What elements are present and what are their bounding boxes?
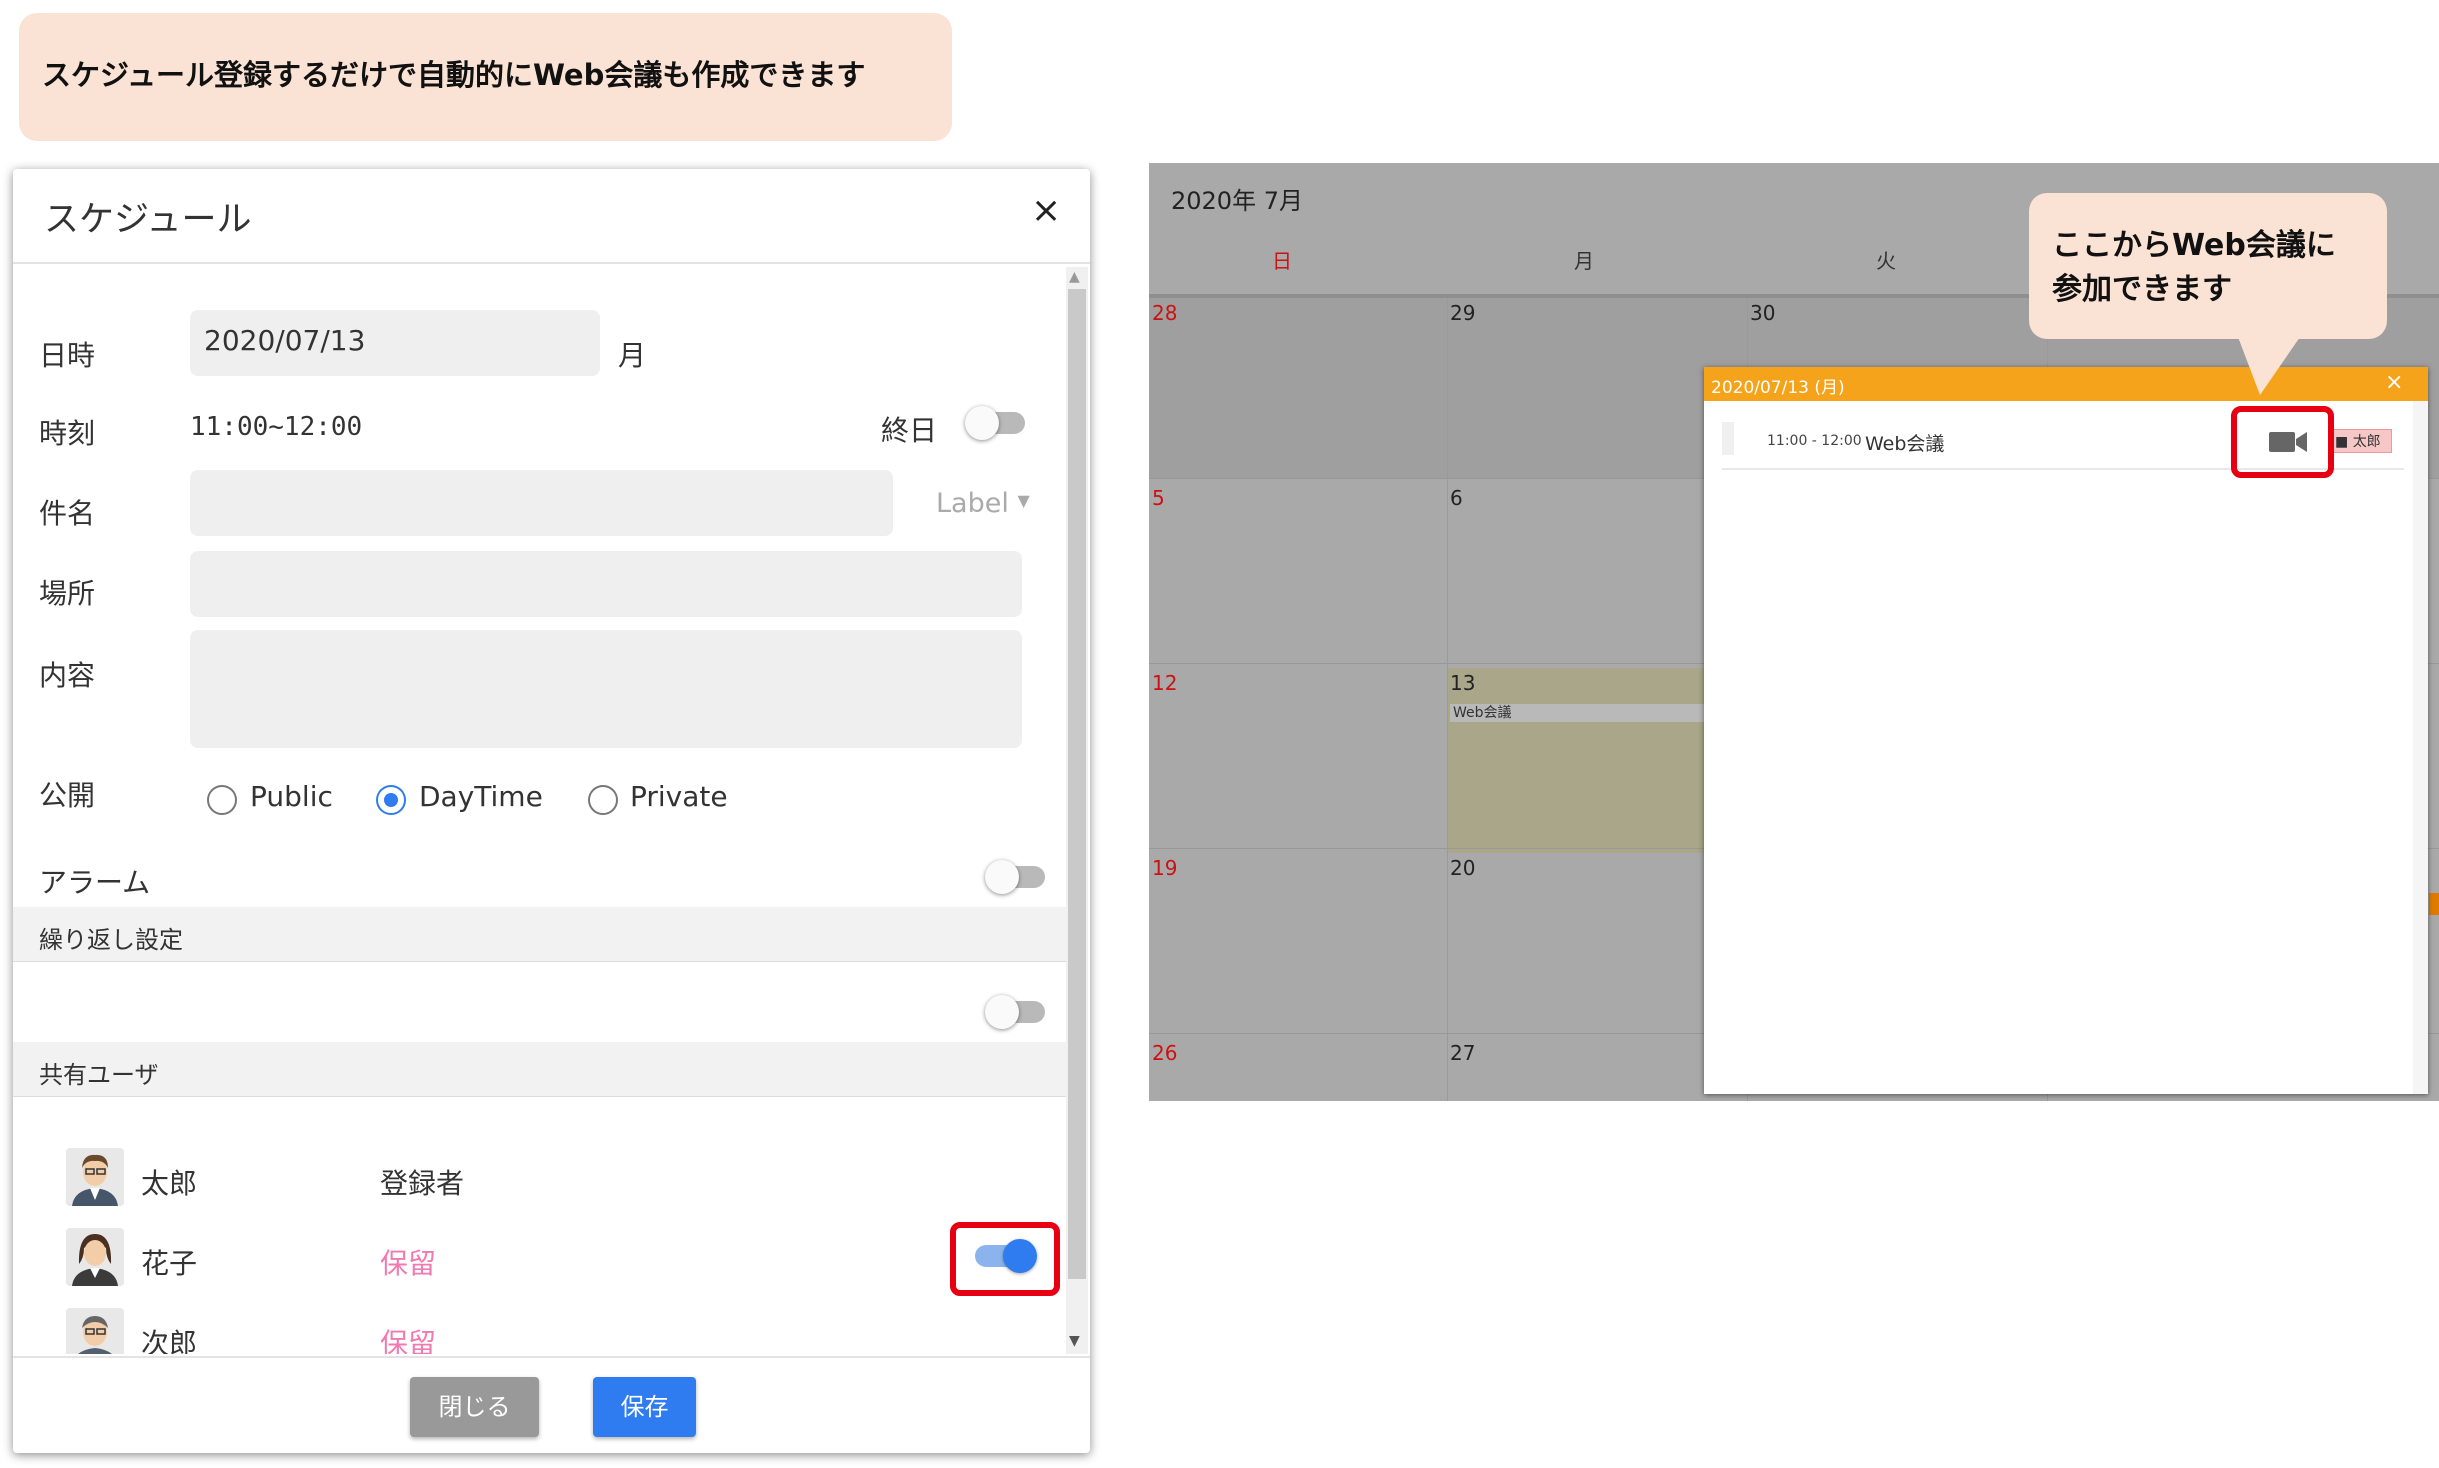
user-status: 保留	[380, 1327, 437, 1354]
popup-date: 2020/07/13 (月)	[1711, 378, 1845, 398]
weekday-label: 月	[618, 339, 647, 372]
user-avatar-taro-icon	[66, 1148, 124, 1206]
close-icon[interactable]: ×	[1031, 193, 1061, 229]
user-avatar-jiro-icon	[66, 1308, 124, 1354]
date-cell[interactable]: 27	[1450, 1041, 1475, 1065]
grid-line	[1447, 298, 1448, 1101]
event-title[interactable]: Web会議	[1865, 429, 1944, 456]
radio-private[interactable]	[588, 785, 618, 815]
date-cell[interactable]: 6	[1450, 486, 1463, 510]
user-status: 保留	[380, 1247, 437, 1280]
radio-daytime[interactable]	[376, 785, 406, 815]
selected-day-cell[interactable]	[1447, 668, 1747, 853]
label-dropdown[interactable]: Label ▼	[936, 488, 1030, 519]
event-color-bar	[1722, 422, 1734, 455]
date-cell[interactable]: 29	[1450, 301, 1475, 325]
label-dropdown-text: Label	[936, 488, 1009, 519]
date-cell[interactable]: 26	[1152, 1041, 1177, 1065]
calendar-title: 2020年 7月	[1171, 187, 1303, 215]
date-cell[interactable]: 19	[1152, 856, 1177, 880]
user-name: 花子	[141, 1247, 198, 1280]
event-user-badge: ■ 太郎	[2330, 429, 2392, 453]
share-section-header: 共有ユーザ	[13, 1042, 1066, 1097]
date-cell[interactable]: 12	[1152, 671, 1177, 695]
date-field[interactable]: 2020/07/13	[190, 310, 600, 376]
user-name: 次郎	[141, 1327, 198, 1354]
event-user-name: 太郎	[2352, 434, 2381, 450]
callout-line: 参加できます	[2052, 272, 2232, 307]
dialog-title: スケジュール	[44, 200, 252, 240]
user-status: 登録者	[380, 1167, 465, 1200]
user-name: 太郎	[141, 1167, 198, 1200]
scrollbar[interactable]	[2413, 401, 2428, 1094]
user-icon: ■	[2335, 434, 2349, 450]
date-cell[interactable]: 20	[1450, 856, 1475, 880]
date-cell[interactable]: 30	[1750, 301, 1775, 325]
date-value: 2020/07/13	[204, 324, 366, 357]
weekday-header: 火	[1876, 249, 1896, 273]
repeat-section-header: 繰り返し設定	[13, 907, 1066, 962]
date-cell[interactable]: 5	[1152, 486, 1165, 510]
user-avatar-hanako-icon	[66, 1228, 124, 1286]
place-input[interactable]	[190, 551, 1022, 617]
weekday-header: 日	[1272, 249, 1292, 273]
radio-private-label[interactable]: Private	[630, 780, 728, 813]
visibility-label: 公開	[39, 779, 96, 812]
alarm-label: アラーム	[39, 866, 151, 899]
popup-header: 2020/07/13 (月) ×	[1704, 367, 2428, 401]
place-label: 場所	[39, 577, 96, 610]
calendar-event[interactable]: Web会議	[1450, 704, 1747, 722]
date-cell[interactable]: 28	[1152, 301, 1177, 325]
radio-public-label[interactable]: Public	[250, 780, 333, 813]
time-value[interactable]: 11:00~12:00	[190, 412, 362, 442]
allday-label: 終日	[881, 414, 938, 447]
event-marker	[2429, 893, 2439, 915]
avatar	[66, 1228, 124, 1286]
callout-line: ここからWeb会議に	[2052, 228, 2336, 263]
share-section-label: 共有ユーザ	[39, 1061, 159, 1089]
radio-public[interactable]	[207, 785, 237, 815]
event-time: 11:00 - 12:00	[1767, 433, 1862, 449]
chevron-down-icon: ▼	[1017, 491, 1030, 510]
callout-text: ここからWeb会議に 参加できます	[2052, 224, 2336, 312]
highlight-box	[950, 1222, 1060, 1296]
close-icon[interactable]: ×	[2385, 370, 2403, 395]
repeat-section-label: 繰り返し設定	[39, 926, 183, 954]
avatar	[66, 1148, 124, 1206]
radio-daytime-label[interactable]: DayTime	[419, 780, 543, 813]
date-label: 日時	[39, 339, 96, 372]
allday-toggle[interactable]	[965, 406, 1025, 440]
alarm-toggle[interactable]	[985, 860, 1045, 894]
close-button[interactable]: 閉じる	[410, 1377, 539, 1437]
content-textarea[interactable]	[190, 630, 1022, 748]
highlight-box	[2231, 406, 2334, 478]
time-label: 時刻	[39, 417, 96, 450]
repeat-toggle[interactable]	[985, 995, 1045, 1029]
weekday-header: 月	[1574, 249, 1594, 273]
callout-tail	[2238, 337, 2300, 395]
content-label: 内容	[39, 659, 96, 692]
save-button[interactable]: 保存	[593, 1377, 696, 1437]
divider	[13, 1356, 1090, 1358]
banner-text: スケジュール登録するだけで自動的にWeb会議も作成できます	[42, 58, 866, 92]
subject-label: 件名	[39, 497, 96, 530]
schedule-dialog: スケジュール × ▲ ▼ 日時 2020/07/13 月 時刻 11:00~12…	[13, 169, 1090, 1453]
dialog-body: 日時 2020/07/13 月 時刻 11:00~12:00 終日 件名 Lab…	[13, 264, 1090, 1354]
date-cell[interactable]: 13	[1450, 671, 1475, 695]
avatar	[66, 1308, 124, 1354]
subject-input[interactable]	[190, 470, 893, 536]
